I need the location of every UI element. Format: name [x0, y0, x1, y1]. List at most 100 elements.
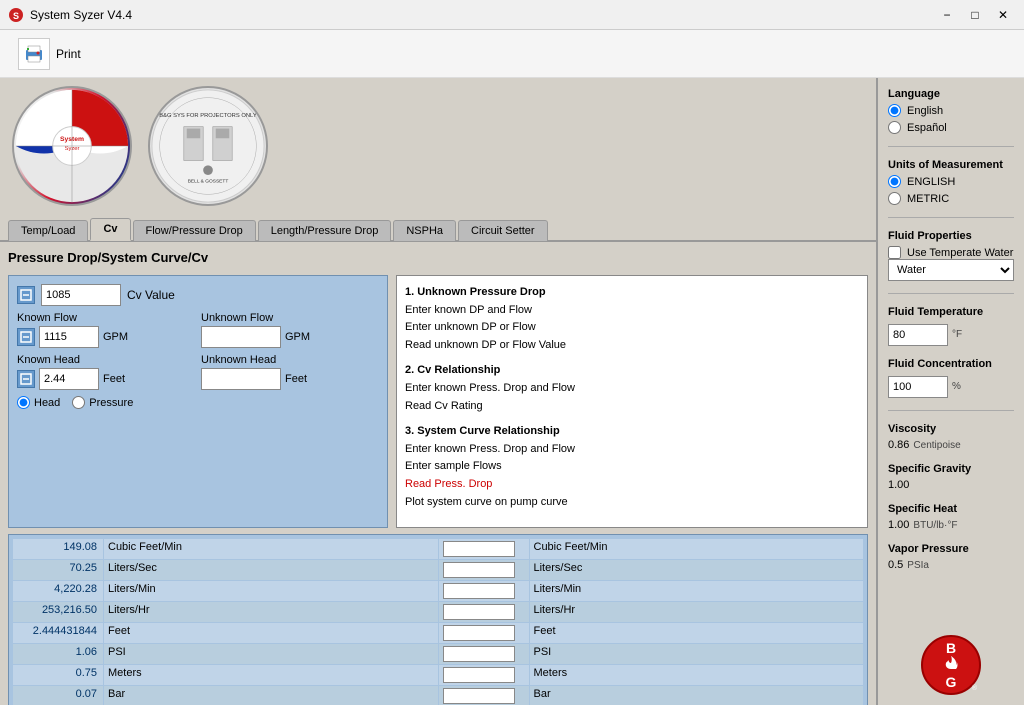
instr-2-line-2: Read Cv Rating	[405, 398, 859, 416]
tab-flow-pressure[interactable]: Flow/Pressure Drop	[133, 220, 256, 241]
head-pressure-radio: Head Pressure	[17, 396, 379, 409]
table-row: 0.75	[13, 665, 103, 685]
table-row[interactable]	[443, 583, 515, 599]
cv-label: Cv Value	[127, 288, 175, 302]
fluid-conc-input[interactable]	[888, 376, 948, 398]
vapor-label: Vapor Pressure	[888, 543, 1014, 555]
table-row[interactable]	[443, 562, 515, 578]
logo-1: System Syzer	[12, 86, 132, 206]
known-head-unit: Feet	[103, 373, 125, 385]
lang-english-option[interactable]: English	[888, 104, 1014, 117]
table-row[interactable]	[443, 604, 515, 620]
unknown-flow-input[interactable]	[201, 326, 281, 348]
divider-2	[888, 217, 1014, 218]
fluid-type-select[interactable]: Water Ethylene Glycol Propylene Glycol	[888, 259, 1014, 281]
viscosity-unit: Centipoise	[913, 440, 960, 451]
known-flow-unit: GPM	[103, 331, 128, 343]
table-row: Meters	[530, 665, 864, 685]
viscosity-value: 0.86	[888, 439, 909, 451]
unit-metric-option[interactable]: METRIC	[888, 192, 1014, 205]
fluid-temp-input[interactable]	[888, 324, 948, 346]
pressure-radio[interactable]: Pressure	[72, 396, 133, 409]
tab-flow-pressure-label: Flow/Pressure Drop	[146, 225, 243, 237]
instruction-3: 3. System Curve Relationship Enter known…	[405, 423, 859, 511]
table-row: Feet	[104, 623, 438, 643]
head-radio[interactable]: Head	[17, 396, 60, 409]
sp-gravity-section: Specific Gravity 1.00	[888, 463, 1014, 491]
table-row[interactable]	[443, 688, 515, 704]
table-row: 0.07	[13, 686, 103, 705]
app-icon: S	[8, 7, 24, 23]
unit-english-label: ENGLISH	[907, 176, 955, 188]
units-section: Units of Measurement ENGLISH METRIC	[888, 159, 1014, 205]
cv-value-input[interactable]	[41, 284, 121, 306]
tab-cv[interactable]: Cv	[90, 218, 130, 241]
toolbar: Print	[0, 30, 1024, 78]
tab-temp-load[interactable]: Temp/Load	[8, 220, 88, 241]
flow-row: Known Flow GPM Unknown Flow	[17, 312, 379, 348]
bottom-data-grid: 149.08Cubic Feet/MinCubic Feet/Min70.25L…	[8, 534, 868, 705]
cv-value-row: Cv Value	[17, 284, 379, 306]
unit-english-option[interactable]: ENGLISH	[888, 175, 1014, 188]
minimize-button[interactable]: −	[934, 5, 960, 25]
known-head-label: Known Head	[17, 354, 195, 366]
tab-nspHa[interactable]: NSPHa	[393, 220, 456, 241]
instr-1-line-3: Read unknown DP or Flow Value	[405, 337, 859, 355]
panel-title: Pressure Drop/System Curve/Cv	[8, 250, 868, 265]
table-row: 70.25	[13, 560, 103, 580]
main-container: System Syzer B&G SYS FOR PROJECTORS ONLY	[0, 78, 1024, 705]
sp-heat-unit: BTU/lb·°F	[913, 520, 957, 531]
units-radio-group: ENGLISH METRIC	[888, 175, 1014, 205]
lang-espanol-option[interactable]: Español	[888, 121, 1014, 134]
tab-circuit-setter[interactable]: Circuit Setter	[458, 220, 548, 241]
known-flow-input[interactable]	[39, 326, 99, 348]
maximize-button[interactable]: □	[962, 5, 988, 25]
print-button[interactable]: Print	[10, 34, 89, 74]
language-section: Language English Español	[888, 88, 1014, 134]
instr-3-line-1: Enter known Press. Drop and Flow	[405, 441, 859, 459]
language-radio-group: English Español	[888, 104, 1014, 134]
known-flow-label: Known Flow	[17, 312, 195, 324]
table-row[interactable]	[443, 667, 515, 683]
table-row[interactable]	[443, 646, 515, 662]
table-row[interactable]	[443, 541, 515, 557]
table-row: Feet	[530, 623, 864, 643]
sp-gravity-row: 1.00	[888, 479, 1014, 491]
known-head-icon[interactable]	[17, 370, 35, 388]
table-row: 4,220.28	[13, 581, 103, 601]
table-row: Liters/Sec	[104, 560, 438, 580]
sidebar: Language English Español Units of Measur…	[876, 78, 1024, 705]
instr-1-title: 1. Unknown Pressure Drop	[405, 284, 859, 302]
unknown-flow-label: Unknown Flow	[201, 312, 379, 324]
bg-registered: ®	[972, 685, 977, 692]
cv-panel: Cv Value Known Flow GPM	[8, 275, 868, 528]
content-area: System Syzer B&G SYS FOR PROJECTORS ONLY	[0, 78, 876, 705]
instructions-panel: 1. Unknown Pressure Drop Enter known DP …	[396, 275, 868, 528]
table-row: 1.06	[13, 644, 103, 664]
instruction-2: 2. Cv Relationship Enter known Press. Dr…	[405, 362, 859, 415]
tab-nspHa-label: NSPHa	[406, 225, 443, 237]
vapor-row: 0.5 PSIa	[888, 559, 1014, 571]
unknown-head-input[interactable]	[201, 368, 281, 390]
temperate-water-checkbox[interactable]: Use Temperate Water	[888, 246, 1014, 259]
table-row[interactable]	[443, 625, 515, 641]
table-row: Cubic Feet/Min	[530, 539, 864, 559]
cv-icon[interactable]	[17, 286, 35, 304]
unknown-head-unit: Feet	[285, 373, 307, 385]
table-row: 149.08	[13, 539, 103, 559]
table-row: PSI	[104, 644, 438, 664]
bottom-grid: 149.08Cubic Feet/MinCubic Feet/Min70.25L…	[13, 539, 863, 705]
known-flow-icon[interactable]	[17, 328, 35, 346]
known-head-input[interactable]	[39, 368, 99, 390]
table-row: Bar	[104, 686, 438, 705]
svg-text:S: S	[13, 11, 19, 21]
window-title: System Syzer V4.4	[30, 8, 934, 22]
unknown-flow-unit: GPM	[285, 331, 310, 343]
tab-length-pressure[interactable]: Length/Pressure Drop	[258, 220, 392, 241]
panel-area: Pressure Drop/System Curve/Cv Cv Value	[0, 242, 876, 705]
close-button[interactable]: ✕	[990, 5, 1016, 25]
viscosity-section: Viscosity 0.86 Centipoise	[888, 423, 1014, 451]
tab-length-pressure-label: Length/Pressure Drop	[271, 225, 379, 237]
tab-temp-load-label: Temp/Load	[21, 225, 75, 237]
bg-logo-flame	[943, 655, 959, 675]
